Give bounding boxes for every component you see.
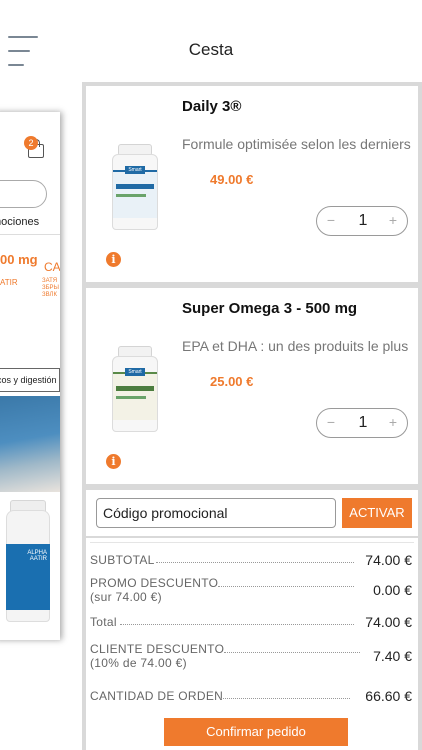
bottle-brand: Smart — [125, 166, 145, 174]
promo-code-input[interactable]: Código promocional — [96, 498, 336, 528]
quantity-stepper: − 1 + — [316, 206, 408, 236]
decrease-quantity-button[interactable]: − — [323, 212, 339, 228]
background-product-subtitle: ATIR — [0, 278, 18, 287]
divider — [0, 234, 60, 235]
bottle-stripe — [116, 396, 146, 399]
promo-discount-label: PROMO DESCUENTO — [90, 576, 219, 590]
dot-leader — [218, 586, 354, 587]
menu-line — [8, 64, 24, 66]
dot-leader — [156, 562, 354, 563]
product-name[interactable]: Super Omega 3 - 500 mg — [182, 300, 357, 317]
total-label: Total — [90, 615, 117, 629]
client-discount-row: CLIENTE DESCUENTO (10% de 74.00 €) 7.40 … — [90, 642, 412, 672]
background-search-field — [0, 180, 47, 208]
background-product-title: CAR — [44, 260, 60, 274]
product-image[interactable]: Smart — [112, 346, 158, 432]
background-app-preview[interactable]: 2 mociones 00 mg CAR ATIR ЗАТЯЗБРЫЗВЛК c… — [0, 112, 60, 640]
product-name[interactable]: Daily 3® — [182, 98, 241, 115]
client-discount-value: 7.40 € — [373, 648, 412, 664]
order-amount-label: CANTIDAD DE ORDEN — [90, 689, 224, 703]
bottle-brand: Smart — [125, 368, 145, 376]
info-icon[interactable]: i — [106, 454, 121, 469]
quantity-value: 1 — [358, 414, 368, 431]
info-icon[interactable]: i — [106, 252, 121, 267]
product-image[interactable]: Smart — [112, 144, 158, 230]
background-dropdown: cos y digestión — [0, 368, 60, 392]
bottle-stripe — [116, 194, 146, 197]
product-price: 49.00 € — [210, 172, 254, 187]
cart-item: Smart Super Omega 3 - 500 mg EPA et DHA … — [86, 288, 418, 484]
client-discount-basis: (10% de 74.00 €) — [90, 656, 187, 670]
subtotal-label: SUBTOTAL — [90, 553, 155, 567]
product-description: EPA et DHA : un des produits le plus — [182, 338, 409, 354]
promo-code-area: Código promocional ACTIVAR — [86, 490, 418, 536]
decrease-quantity-button[interactable]: − — [323, 414, 339, 430]
promo-discount-value: 0.00 € — [373, 582, 412, 598]
quantity-value: 1 — [358, 212, 368, 229]
order-summary: SUBTOTAL 74.00 € PROMO DESCUENTO (sur 74… — [86, 538, 418, 750]
quantity-stepper: − 1 + — [316, 408, 408, 438]
divider — [90, 542, 414, 543]
menu-line — [8, 36, 38, 38]
cart-count-badge: 2 — [24, 136, 38, 150]
cart-panel: Smart Daily 3® Formule optimisée selon l… — [82, 82, 422, 750]
product-price: 25.00 € — [210, 374, 254, 389]
dot-leader — [220, 698, 350, 699]
total-value: 74.00 € — [365, 614, 412, 630]
subtotal-value: 74.00 € — [365, 552, 412, 568]
total-row: Total 74.00 € — [90, 612, 412, 632]
product-description: Formule optimisée selon les derniers — [182, 136, 411, 152]
bottle-stripe — [116, 184, 154, 189]
top-bar: Cesta — [0, 0, 422, 84]
activate-promo-button[interactable]: ACTIVAR — [342, 498, 412, 528]
confirm-order-button[interactable]: Confirmar pedido — [164, 718, 348, 746]
promo-discount-row: PROMO DESCUENTO (sur 74.00 €) 0.00 € — [90, 576, 412, 606]
increase-quantity-button[interactable]: + — [385, 212, 401, 228]
cart-item: Smart Daily 3® Formule optimisée selon l… — [86, 86, 418, 282]
background-bottle-label: ALPHA AATIR — [6, 544, 50, 610]
order-amount-row: CANTIDAD DE ORDEN 66.60 € — [90, 686, 412, 706]
dot-leader — [224, 652, 360, 653]
background-product-text: ЗАТЯ ЗБРЫ ЗВЛК — [42, 278, 59, 298]
dot-leader — [120, 624, 354, 625]
order-amount-value: 66.60 € — [365, 688, 412, 704]
page-title: Cesta — [188, 40, 234, 59]
promo-discount-basis: (sur 74.00 €) — [90, 590, 162, 604]
bottle-stripe — [116, 386, 154, 391]
background-photo — [0, 396, 60, 492]
background-product-title: 00 mg — [0, 252, 38, 267]
background-tab-label: mociones — [0, 216, 40, 228]
subtotal-row: SUBTOTAL 74.00 € — [90, 550, 412, 570]
increase-quantity-button[interactable]: + — [385, 414, 401, 430]
client-discount-label: CLIENTE DESCUENTO — [90, 642, 225, 656]
